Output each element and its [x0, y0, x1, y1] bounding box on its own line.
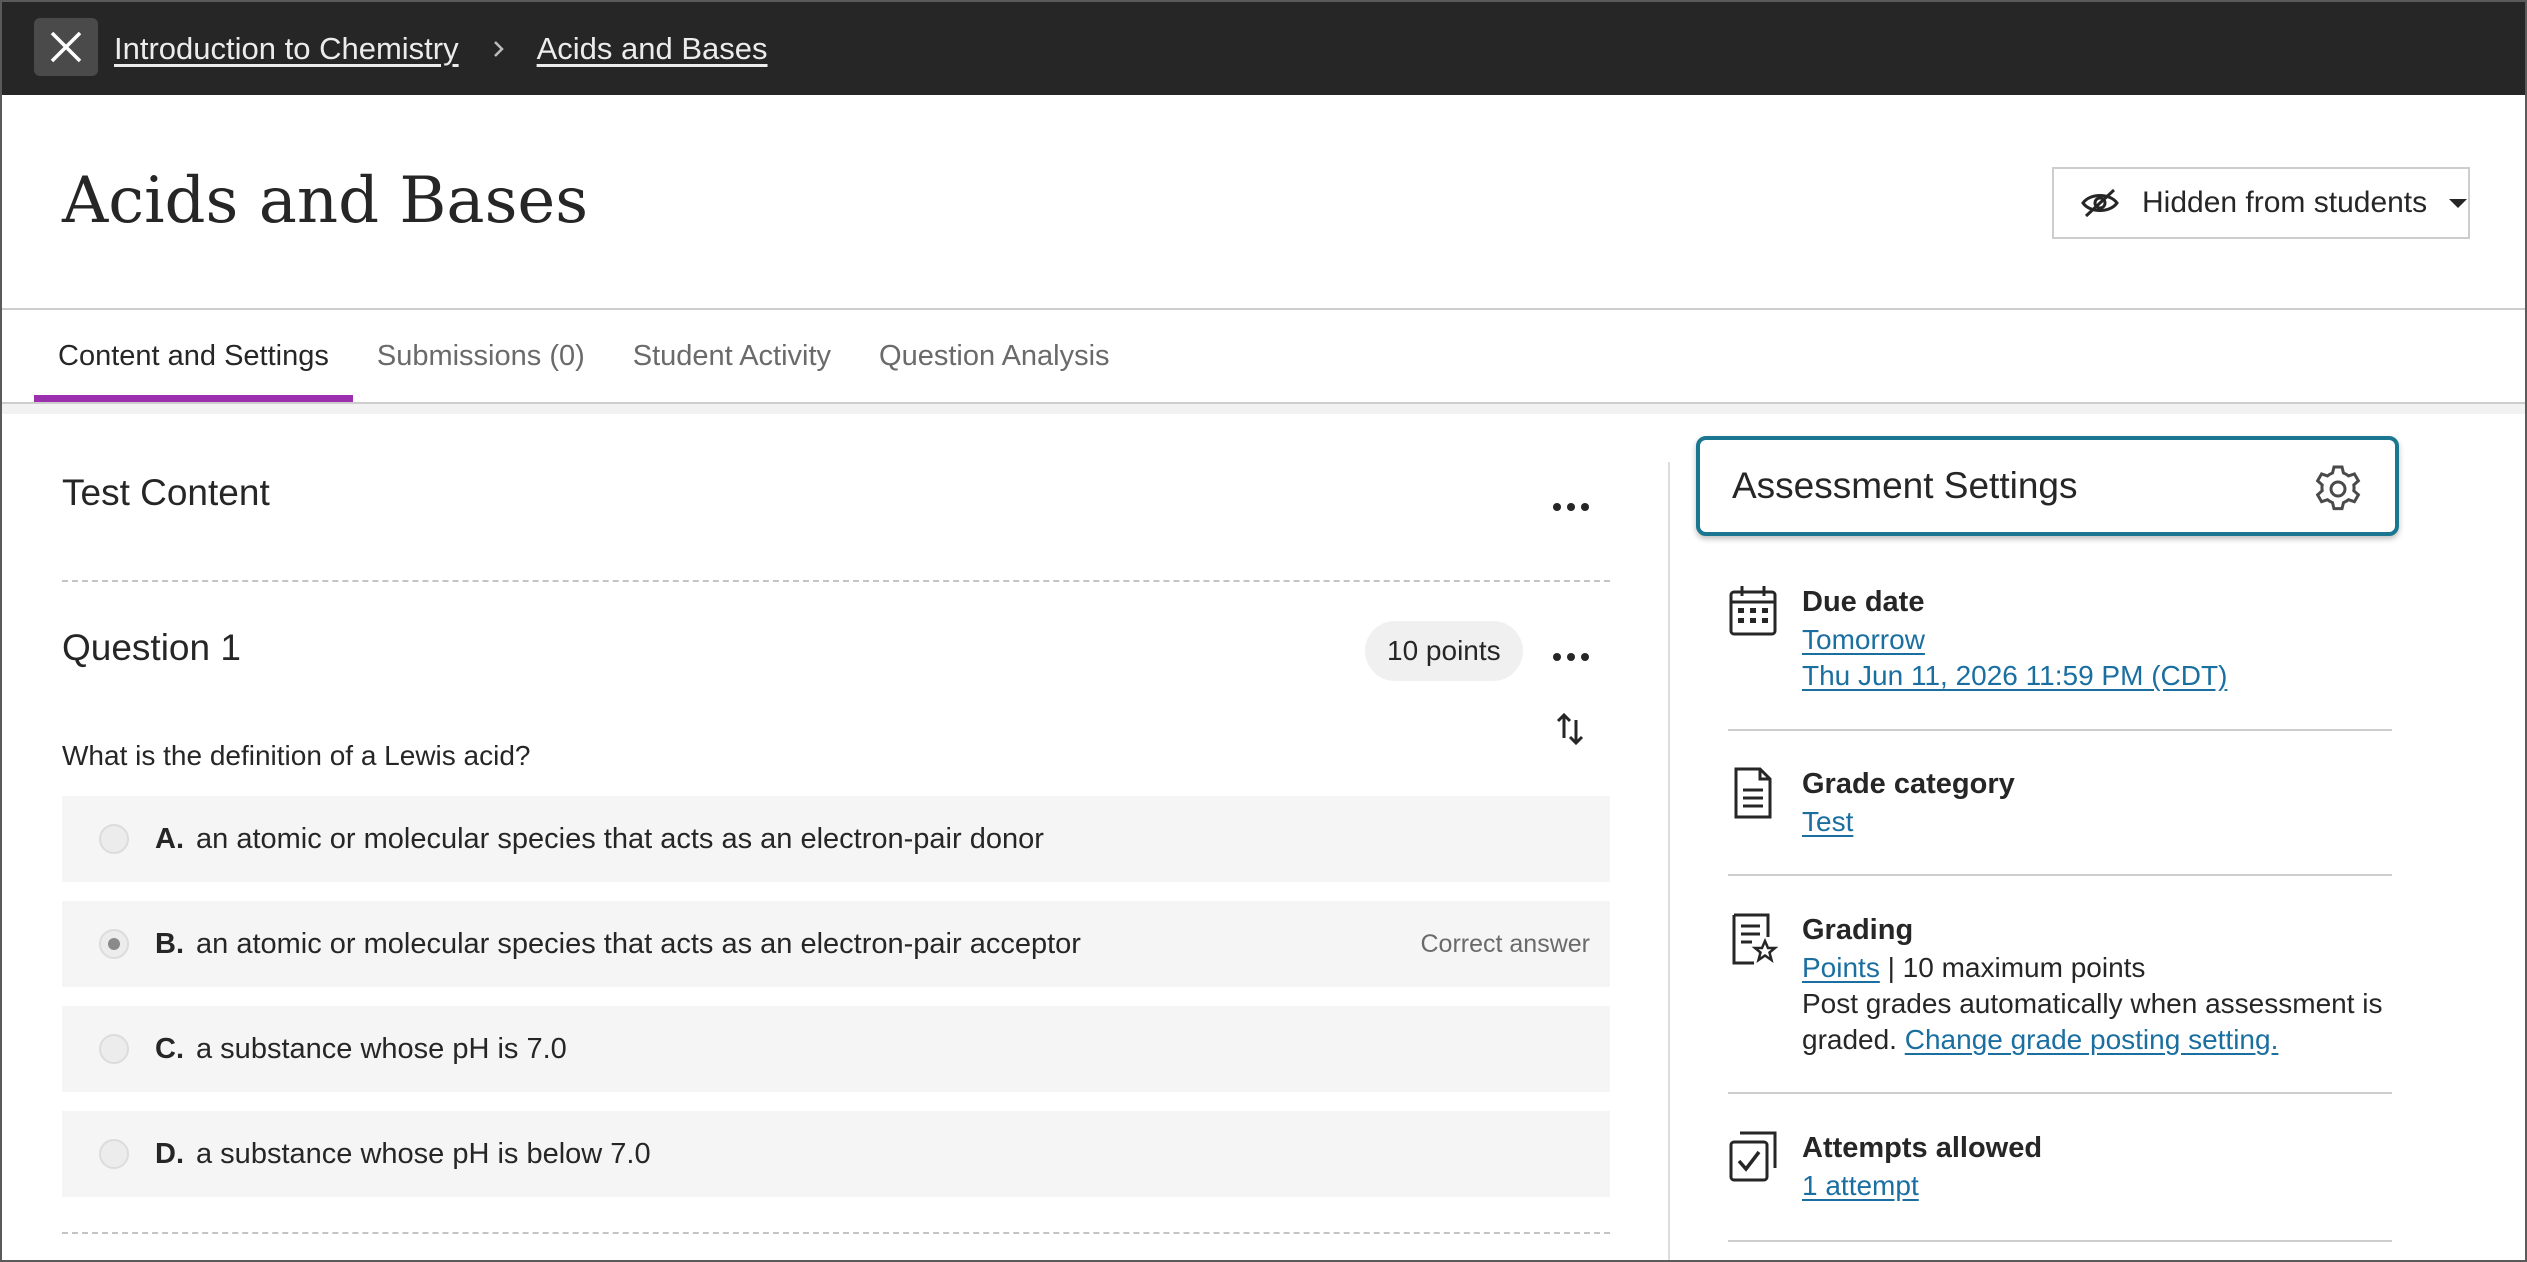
grade-category-link[interactable]: Test — [1802, 806, 1853, 837]
answer-letter: A. — [155, 822, 184, 855]
question-title: Question 1 — [62, 627, 241, 668]
answer-text: a substance whose pH is 7.0 — [196, 1032, 567, 1065]
due-date-setting: Due date Tomorrow Thu Jun 11, 2026 11:59… — [1728, 584, 2392, 694]
tab-submissions[interactable]: Submissions (0) — [353, 310, 609, 402]
tab-content-and-settings[interactable]: Content and Settings — [34, 310, 353, 402]
answer-letter: B. — [155, 927, 184, 960]
caret-down-icon — [2449, 198, 2468, 208]
answer-radio[interactable] — [99, 824, 129, 854]
due-date-relative-link[interactable]: Tomorrow — [1802, 624, 1925, 655]
change-grade-posting-link[interactable]: Change grade posting setting. — [1905, 1024, 2279, 1055]
document-icon — [1734, 767, 1772, 819]
grading-max-points: | 10 maximum points — [1879, 952, 2146, 983]
answer-radio[interactable] — [99, 1034, 129, 1064]
answer-option-c[interactable]: C. a substance whose pH is 7.0 — [62, 1006, 1610, 1092]
breadcrumb-course-link[interactable]: Introduction to Chemistry — [114, 31, 459, 67]
top-bar: Introduction to Chemistry Acids and Base… — [2, 2, 2525, 95]
answer-text: an atomic or molecular species that acts… — [196, 927, 1081, 960]
answer-text: a substance whose pH is below 7.0 — [196, 1137, 651, 1170]
more-options-dot — [1567, 503, 1575, 511]
content-band — [2, 404, 2525, 414]
more-options-icon — [1553, 503, 1561, 511]
calendar-icon — [1729, 586, 1777, 636]
attempts-label: Attempts allowed — [1802, 1132, 2043, 1164]
attempts-icon — [1729, 1131, 1777, 1182]
more-options-dot — [1567, 653, 1575, 661]
grade-category-label: Grade category — [1802, 768, 2015, 800]
more-options-dot — [1581, 653, 1589, 661]
question-text: What is the definition of a Lewis acid? — [62, 740, 531, 771]
answer-option-b[interactable]: B. an atomic or molecular species that a… — [62, 901, 1610, 987]
attempts-setting: Attempts allowed 1 attempt — [1728, 1130, 2392, 1204]
answer-radio-selected[interactable] — [99, 929, 129, 959]
tab-question-analysis[interactable]: Question Analysis — [855, 310, 1134, 402]
more-options-dot — [1581, 503, 1589, 511]
panel-divider — [1668, 462, 1670, 1260]
test-content-title: Test Content — [62, 472, 270, 513]
more-options-icon — [1553, 653, 1561, 661]
answer-option-a[interactable]: A. an atomic or molecular species that a… — [62, 796, 1610, 882]
attempts-link[interactable]: 1 attempt — [1802, 1170, 1919, 1201]
visibility-label: Hidden from students — [2142, 186, 2428, 219]
page-title: Acids and Bases — [62, 164, 589, 238]
due-date-label: Due date — [1802, 586, 1925, 618]
close-icon — [50, 31, 82, 63]
chevron-right-icon — [489, 40, 507, 58]
tab-student-activity[interactable]: Student Activity — [609, 310, 855, 402]
answer-radio[interactable] — [99, 1139, 129, 1169]
settings-divider — [1728, 874, 2392, 876]
app-window: Introduction to Chemistry Acids and Base… — [0, 0, 2527, 1262]
assessment-settings-title: Assessment Settings — [1732, 465, 2078, 506]
grading-setting: Grading Points | 10 maximum points Post … — [1728, 912, 2392, 1058]
breadcrumb-current-link[interactable]: Acids and Bases — [537, 31, 768, 67]
reorder-icon[interactable] — [1554, 712, 1586, 746]
breadcrumb: Introduction to Chemistry Acids and Base… — [114, 2, 768, 95]
gear-icon — [2315, 465, 2361, 511]
tab-bar: Content and Settings Submissions (0) Stu… — [34, 310, 1134, 402]
settings-divider — [1728, 1092, 2392, 1094]
answer-text: an atomic or molecular species that acts… — [196, 822, 1044, 855]
grading-label: Grading — [1802, 914, 1914, 946]
eye-slash-icon — [2081, 188, 2119, 218]
correct-answer-label: Correct answer — [1420, 929, 1591, 958]
answer-option-d[interactable]: D. a substance whose pH is below 7.0 — [62, 1111, 1610, 1197]
assessment-settings-button[interactable]: Assessment Settings — [1696, 436, 2399, 536]
section-divider — [62, 1232, 1610, 1234]
settings-divider — [1728, 1240, 2392, 1242]
grading-icon — [1732, 913, 1778, 965]
test-content-more-button[interactable] — [1544, 492, 1598, 522]
visibility-dropdown[interactable]: Hidden from students — [2052, 167, 2470, 239]
grading-schema-link[interactable]: Points — [1802, 952, 1880, 983]
grade-category-setting: Grade category Test — [1728, 766, 2392, 840]
close-button[interactable] — [34, 18, 98, 76]
question-more-button[interactable] — [1544, 642, 1598, 672]
answer-letter: D. — [155, 1137, 184, 1170]
section-divider — [62, 580, 1610, 582]
radio-dot — [108, 938, 120, 950]
answer-letter: C. — [155, 1032, 184, 1065]
question-points-badge[interactable]: 10 points — [1365, 621, 1523, 681]
settings-divider — [1728, 729, 2392, 731]
due-date-absolute-link[interactable]: Thu Jun 11, 2026 11:59 PM (CDT) — [1802, 660, 2227, 691]
